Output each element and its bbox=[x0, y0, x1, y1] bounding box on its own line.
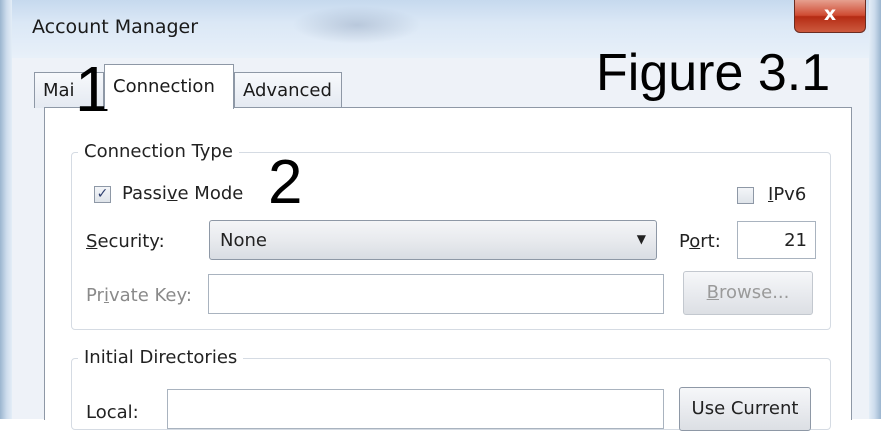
connection-type-label: Connection Type bbox=[78, 141, 239, 162]
window-frame-right bbox=[869, 0, 881, 419]
ipv6-checkbox[interactable] bbox=[737, 187, 754, 204]
passive-mode-label[interactable]: Passive Mode bbox=[122, 183, 243, 204]
private-key-field[interactable] bbox=[208, 274, 664, 314]
annotation-marker-2: 2 bbox=[268, 148, 303, 217]
window-frame-left bbox=[0, 0, 12, 419]
check-icon: ✓ bbox=[96, 186, 109, 202]
security-value: None bbox=[220, 230, 267, 251]
initial-directories-label: Initial Directories bbox=[78, 347, 244, 368]
browse-button[interactable]: Browse... bbox=[683, 271, 813, 315]
port-value: 21 bbox=[784, 230, 807, 251]
tab-connection[interactable]: Connection bbox=[104, 64, 234, 109]
close-button[interactable]: x bbox=[794, 0, 866, 33]
passive-mode-checkbox[interactable]: ✓ bbox=[94, 186, 111, 203]
local-field[interactable] bbox=[167, 389, 664, 429]
window-title: Account Manager bbox=[32, 16, 199, 38]
figure-caption: Figure 3.1 bbox=[596, 44, 831, 102]
tab-advanced[interactable]: Advanced bbox=[234, 72, 342, 108]
private-key-label: Private Key: bbox=[86, 285, 192, 306]
dropdown-arrow-icon: ▼ bbox=[636, 232, 646, 246]
tab-main-label: Mai bbox=[43, 80, 75, 101]
ipv6-label[interactable]: IPv6 bbox=[768, 184, 806, 205]
port-label: Port: bbox=[679, 231, 721, 252]
tab-connection-label: Connection bbox=[113, 76, 215, 97]
tab-advanced-label: Advanced bbox=[243, 80, 332, 101]
close-icon: x bbox=[823, 3, 837, 25]
background-blur bbox=[292, 6, 422, 44]
security-dropdown[interactable]: None ▼ bbox=[209, 220, 657, 260]
local-label: Local: bbox=[86, 402, 139, 423]
port-field[interactable]: 21 bbox=[737, 221, 816, 259]
use-current-button[interactable]: Use Current bbox=[679, 387, 811, 431]
security-label: Security: bbox=[86, 231, 165, 252]
